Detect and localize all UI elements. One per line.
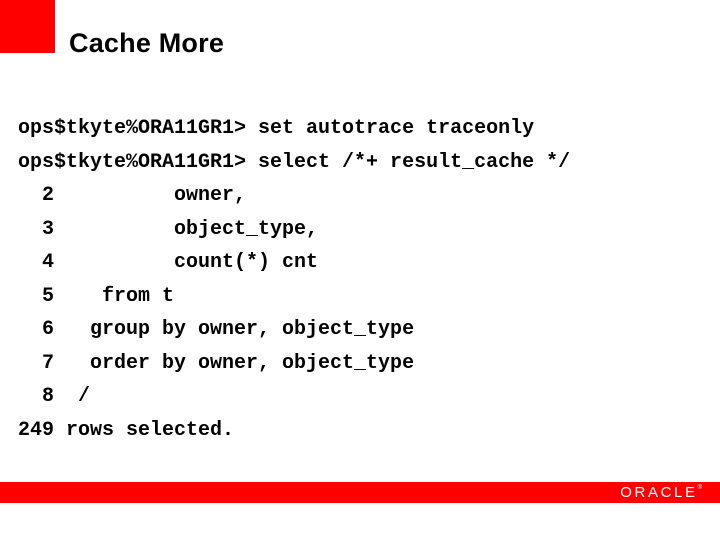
console-line: 6 group by owner, object_type bbox=[18, 318, 415, 341]
registered-trademark-icon: ® bbox=[697, 485, 702, 491]
console-line: 3 object_type, bbox=[18, 217, 319, 241]
oracle-logo: ORACLE ® bbox=[620, 484, 702, 501]
console-line: 4 count(*) cnt bbox=[18, 251, 319, 274]
oracle-wordmark-text: ORACLE bbox=[620, 484, 698, 501]
console-line: 2 owner, bbox=[18, 184, 247, 207]
slide-canvas: Cache More ops$tkyte%ORA11GR1> set autot… bbox=[0, 0, 720, 540]
console-line: ops$tkyte%ORA11GR1> set autotrace traceo… bbox=[18, 117, 535, 140]
console-line: 7 order by owner, object_type bbox=[18, 351, 415, 375]
console-line: 249 rows selected. bbox=[18, 418, 235, 442]
footer-bar bbox=[0, 482, 720, 503]
accent-square-decoration bbox=[0, 0, 55, 53]
console-line: ops$tkyte%ORA11GR1> select /*+ result_ca… bbox=[18, 150, 571, 174]
console-line: 8 / bbox=[18, 385, 91, 408]
console-line: 5 from t bbox=[18, 284, 175, 308]
page-title: Cache More bbox=[69, 28, 225, 58]
console-output-block: ops$tkyte%ORA11GR1> set autotrace traceo… bbox=[18, 112, 702, 447]
